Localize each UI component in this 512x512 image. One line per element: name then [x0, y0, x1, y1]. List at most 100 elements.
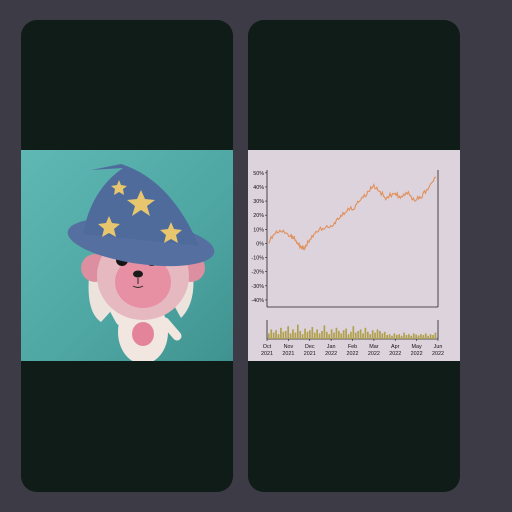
y-tick-label: 10%	[253, 227, 264, 233]
volume-bar	[354, 332, 357, 339]
volume-bar	[338, 331, 340, 339]
volume-bar	[313, 332, 316, 339]
volume-bar	[412, 333, 415, 339]
volume-bar	[410, 335, 413, 339]
y-tick-label: -20%	[251, 270, 264, 276]
x-tick-month: Jun	[434, 344, 443, 350]
x-tick-month: Jan	[327, 344, 336, 350]
volume-bar	[393, 333, 396, 339]
volume-bar	[289, 333, 292, 339]
volume-bar	[294, 332, 297, 339]
y-tick-label: -10%	[251, 256, 264, 262]
volume-bar	[272, 332, 275, 339]
y-tick-label: 50%	[253, 171, 264, 177]
volume-bar	[366, 331, 369, 339]
volume-bar	[386, 335, 388, 339]
price-series-line	[268, 176, 437, 251]
volume-bar	[424, 333, 427, 339]
volume-bar	[427, 335, 430, 339]
x-tick-month: Oct	[263, 344, 272, 350]
volume-bar	[277, 334, 280, 339]
x-tick-month: Feb	[348, 344, 357, 350]
volume-bar	[275, 330, 277, 339]
volume-bar	[422, 335, 425, 339]
volume-bar	[362, 333, 364, 339]
volume-bar	[333, 332, 335, 339]
x-tick-year: 2022	[347, 351, 359, 357]
volume-bar	[347, 334, 350, 339]
volume-bar	[350, 331, 352, 339]
volume-bar	[292, 329, 294, 339]
volume-bar	[321, 331, 323, 339]
volume-bar	[284, 331, 287, 339]
stock-chart: 50% 40% 30% 20% 10% 0% -10% -20% -30% -40% Oct 202…	[248, 150, 460, 361]
volume-bar	[328, 334, 331, 339]
y-tick-label: 0%	[256, 241, 264, 247]
x-tick-month: Apr	[391, 344, 400, 350]
x-tick-year: 2022	[325, 351, 337, 357]
volume-bar	[270, 329, 273, 339]
chart-card-right[interactable]: 50% 40% 30% 20% 10% 0% -10% -20% -30% -40% Oct 202…	[248, 20, 460, 492]
y-tick-label: -30%	[251, 284, 264, 290]
x-tick-month: Dec	[305, 344, 315, 350]
volume-bar	[299, 331, 302, 339]
x-tick-month: May	[412, 344, 422, 350]
x-tick-year: 2021	[282, 351, 294, 357]
x-tick-year: 2022	[411, 351, 423, 357]
volume-bar	[434, 332, 437, 339]
x-tick-year: 2022	[368, 351, 380, 357]
volume-bar	[301, 334, 304, 339]
volume-bar	[429, 334, 432, 339]
volume-bar	[379, 331, 381, 339]
volume-bar	[296, 324, 299, 339]
y-tick-label: 20%	[253, 213, 264, 219]
volume-bar	[335, 327, 338, 339]
x-tick-month: Nov	[284, 344, 294, 350]
volume-bar	[304, 328, 306, 339]
volume-bar	[268, 333, 270, 339]
x-tick-year: 2021	[261, 351, 273, 357]
volume-bar	[381, 333, 384, 339]
volume-bar	[371, 330, 374, 339]
volume-bar	[309, 330, 311, 339]
volume-bar	[325, 331, 328, 339]
volume-bar	[359, 329, 362, 339]
volume-bar	[287, 326, 289, 339]
x-tick-year: 2022	[389, 351, 401, 357]
volume-bar	[306, 331, 309, 339]
volume-bar	[415, 334, 417, 339]
volume-bar	[318, 333, 321, 339]
volume-bar	[432, 335, 434, 339]
chart-svg: 50%40%30%20%10%0%-10%-20%-30%-40% Oct202…	[251, 170, 444, 357]
volume-bar	[403, 332, 405, 339]
volume-bar	[323, 325, 326, 339]
volume-bar	[376, 329, 379, 339]
y-tick-label: 30%	[253, 199, 264, 205]
y-tick-label: 40%	[253, 185, 264, 191]
y-tick-label: -40%	[251, 298, 264, 304]
volume-bar	[342, 330, 345, 339]
volume-bar	[383, 331, 386, 339]
volume-bar	[420, 334, 422, 339]
volume-bar	[408, 334, 410, 339]
volume-bar	[364, 327, 367, 339]
x-tick-month: Mar	[369, 344, 378, 350]
volume-bar	[282, 331, 285, 339]
volume-bar	[395, 335, 398, 339]
volume-bar	[369, 334, 372, 339]
volume-bar	[352, 326, 355, 339]
volume-bar	[316, 329, 318, 339]
volume-bar	[405, 335, 408, 339]
x-tick-year: 2021	[304, 351, 316, 357]
x-tick-year: 2022	[432, 351, 444, 357]
volume-bar	[388, 334, 391, 339]
volume-bar	[400, 335, 403, 339]
image-card-left[interactable]	[21, 20, 233, 492]
volume-bar	[357, 331, 360, 339]
volume-bar	[398, 334, 401, 339]
volume-bar	[280, 327, 282, 339]
volume-bar	[340, 333, 343, 339]
volume-bar	[374, 332, 376, 339]
volume-bar	[311, 327, 314, 339]
volume-bar	[330, 329, 333, 339]
